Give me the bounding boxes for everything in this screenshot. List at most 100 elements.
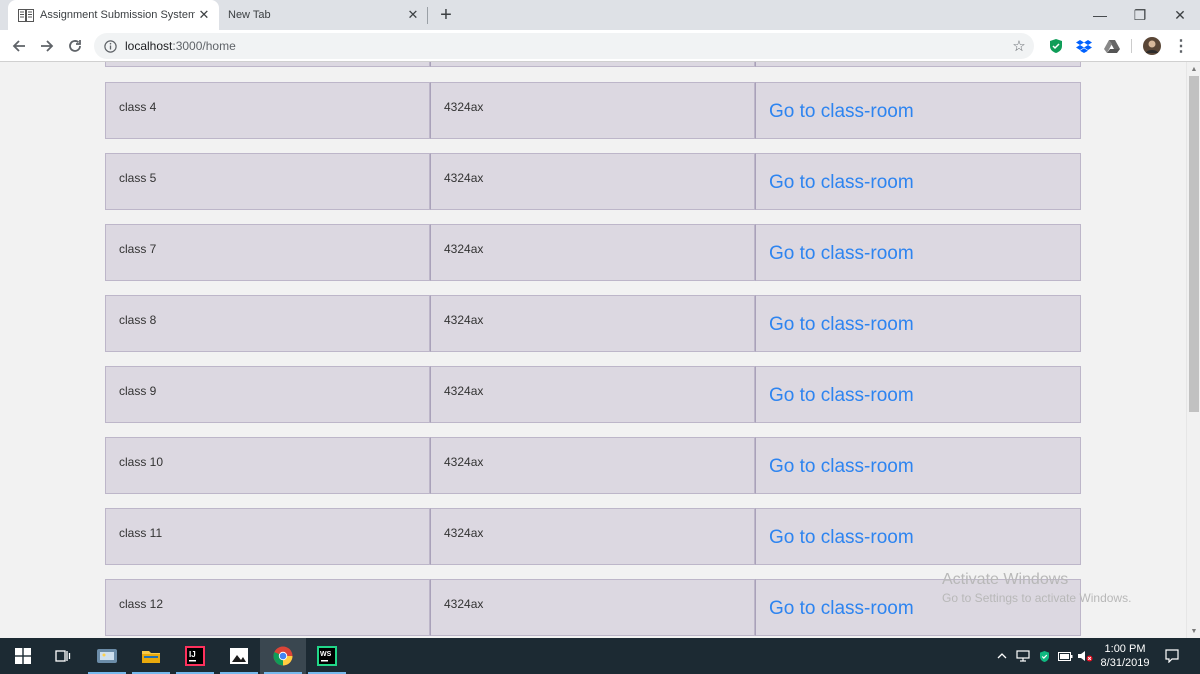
- class-code: 4324ax: [444, 313, 484, 327]
- go-to-class-room-link[interactable]: Go to class-room: [756, 154, 1080, 194]
- class-row: class 4 4324ax Go to class-room: [105, 82, 1081, 139]
- reload-icon[interactable]: [63, 34, 87, 58]
- go-to-class-room-link[interactable]: Go to class-room: [756, 367, 1080, 407]
- notification-center-icon[interactable]: [1160, 638, 1184, 674]
- class-row: class 5 4324ax Go to class-room: [105, 153, 1081, 210]
- class-link-cell: Go to class-room: [755, 508, 1081, 565]
- go-to-class-room-link[interactable]: Go to class-room: [756, 296, 1080, 336]
- tab-new-tab[interactable]: New Tab ✕: [219, 0, 428, 30]
- address-bar[interactable]: localhost:3000/home ☆: [94, 33, 1034, 59]
- webstorm-icon[interactable]: WS: [304, 638, 350, 674]
- table-row: [105, 62, 1081, 67]
- go-to-class-room-link[interactable]: Go to class-room: [756, 225, 1080, 265]
- drive-icon[interactable]: [1103, 37, 1121, 55]
- class-link-cell: Go to class-room: [755, 153, 1081, 210]
- svg-text:WS: WS: [320, 651, 332, 658]
- battery-icon[interactable]: [1056, 638, 1074, 674]
- url-path: :3000/home: [172, 39, 236, 53]
- vertical-scrollbar[interactable]: ▲ ▼: [1186, 62, 1200, 638]
- security-shield-icon[interactable]: [1036, 638, 1052, 674]
- scrollbar-thumb[interactable]: [1189, 76, 1199, 412]
- toolbar-divider: [1131, 39, 1132, 53]
- info-icon[interactable]: [103, 39, 117, 53]
- back-arrow-icon[interactable]: [7, 34, 31, 58]
- class-code-cell: 4324ax: [430, 366, 755, 423]
- windows-taskbar: IJ WS 1:00 PM 8/31/2019: [0, 638, 1200, 674]
- minimize-button[interactable]: —: [1080, 0, 1120, 30]
- activate-windows-watermark: Activate Windows Go to Settings to activ…: [942, 571, 1131, 605]
- class-code: 4324ax: [444, 597, 484, 611]
- new-tab-button[interactable]: +: [436, 4, 456, 26]
- dropbox-icon[interactable]: [1075, 37, 1093, 55]
- chrome-icon[interactable]: [260, 638, 306, 674]
- menu-dots-icon[interactable]: ⋮: [1172, 37, 1190, 55]
- class-name: class 11: [119, 526, 163, 540]
- tab-separator: [427, 7, 428, 24]
- go-to-class-room-link[interactable]: Go to class-room: [756, 83, 1080, 123]
- class-link-cell: Go to class-room: [755, 437, 1081, 494]
- restore-button[interactable]: ❐: [1120, 0, 1160, 30]
- table-cell: [430, 62, 755, 67]
- watermark-title: Activate Windows: [942, 571, 1069, 588]
- class-link-cell: Go to class-room: [755, 224, 1081, 281]
- class-name-cell: class 7: [105, 224, 430, 281]
- intellij-icon[interactable]: IJ: [172, 638, 218, 674]
- tab-assignment-submission[interactable]: Assignment Submission System ✕: [8, 0, 219, 30]
- go-to-class-room-link[interactable]: Go to class-room: [756, 438, 1080, 478]
- watermark-subtitle: Go to Settings to activate Windows.: [942, 591, 1132, 605]
- class-name: class 7: [119, 242, 157, 256]
- class-link-cell: Go to class-room: [755, 82, 1081, 139]
- close-tab-icon[interactable]: ✕: [404, 6, 422, 24]
- close-tab-icon[interactable]: ✕: [195, 6, 213, 24]
- class-code-cell: 4324ax: [430, 224, 755, 281]
- class-name: class 12: [119, 597, 164, 611]
- photos-app-icon[interactable]: [84, 638, 130, 674]
- profile-avatar[interactable]: [1143, 37, 1161, 55]
- tab-strip: Assignment Submission System ✕ New Tab ✕…: [0, 0, 1200, 30]
- class-name: class 9: [119, 384, 157, 398]
- class-name: class 10: [119, 455, 164, 469]
- close-window-button[interactable]: ✕: [1160, 0, 1200, 30]
- tab-title: New Tab: [228, 9, 271, 21]
- scroll-down-arrow-icon[interactable]: ▼: [1187, 624, 1200, 638]
- gallery-icon[interactable]: [216, 638, 262, 674]
- system-clock[interactable]: 1:00 PM 8/31/2019: [1096, 642, 1154, 670]
- go-to-class-room-link[interactable]: Go to class-room: [756, 509, 1080, 549]
- clock-date: 8/31/2019: [1100, 657, 1150, 669]
- class-name: class 8: [119, 313, 157, 327]
- scroll-up-arrow-icon[interactable]: ▲: [1187, 62, 1200, 76]
- class-row: class 11 4324ax Go to class-room: [105, 508, 1081, 565]
- class-code: 4324ax: [444, 455, 484, 469]
- url-host: localhost: [125, 39, 173, 53]
- class-name: class 4: [119, 100, 157, 114]
- task-view-icon[interactable]: [40, 638, 86, 674]
- class-row: class 9 4324ax Go to class-room: [105, 366, 1081, 423]
- class-name-cell: class 10: [105, 437, 430, 494]
- file-explorer-icon[interactable]: [128, 638, 174, 674]
- class-row: class 10 4324ax Go to class-room: [105, 437, 1081, 494]
- browser-toolbar: localhost:3000/home ☆ ⋮: [0, 30, 1200, 62]
- class-row: class 12 4324ax Go to class-room: [105, 579, 1081, 636]
- class-code-cell: 4324ax: [430, 153, 755, 210]
- network-icon[interactable]: [1014, 638, 1032, 674]
- bookmark-star-icon[interactable]: ☆: [1010, 37, 1028, 55]
- tab-title: Assignment Submission System: [40, 9, 195, 21]
- page-viewport: class 4 4324ax Go to class-room class 5 …: [0, 62, 1186, 638]
- class-name-cell: class 11: [105, 508, 430, 565]
- svg-text:IJ: IJ: [189, 650, 196, 659]
- class-code-cell: 4324ax: [430, 437, 755, 494]
- class-code-cell: 4324ax: [430, 579, 755, 636]
- class-row: class 7 4324ax Go to class-room: [105, 224, 1081, 281]
- class-row: class 8 4324ax Go to class-room: [105, 295, 1081, 352]
- class-code: 4324ax: [444, 384, 484, 398]
- class-code: 4324ax: [444, 526, 484, 540]
- shield-extension-icon[interactable]: [1047, 37, 1065, 55]
- clock-time: 1:00 PM: [1104, 643, 1146, 655]
- table-cell: [105, 62, 430, 67]
- forward-arrow-icon[interactable]: [35, 34, 59, 58]
- class-code: 4324ax: [444, 171, 484, 185]
- book-icon: [18, 8, 34, 22]
- tray-chevron-up-icon[interactable]: [994, 638, 1010, 674]
- volume-muted-icon[interactable]: [1076, 638, 1094, 674]
- class-name-cell: class 8: [105, 295, 430, 352]
